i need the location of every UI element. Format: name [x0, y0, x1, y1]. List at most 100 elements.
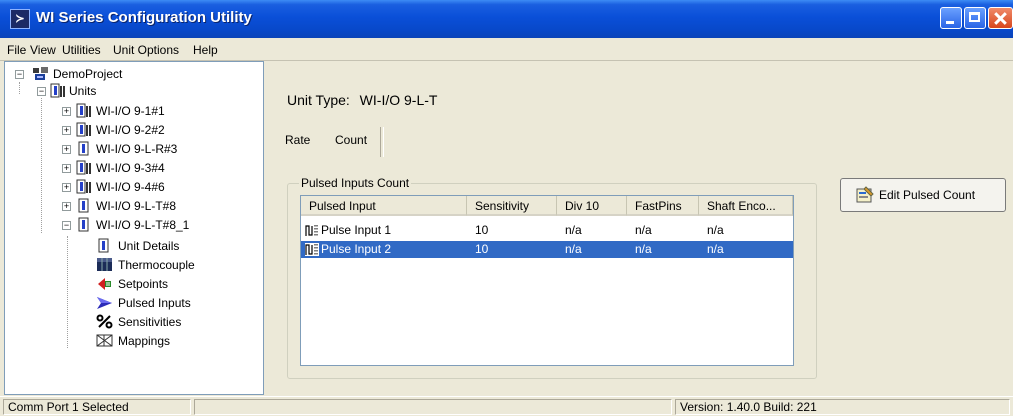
- setpoints-icon: [98, 278, 111, 290]
- cell-fastpins: n/a: [635, 242, 652, 256]
- tree-node-unit[interactable]: + WI-I/O 9-L-T#8: [62, 197, 262, 215]
- unit-icon: [76, 179, 91, 194]
- project-icon: [33, 67, 48, 80]
- tree-label-root: DemoProject: [53, 67, 123, 81]
- group-label: Pulsed Inputs Count: [299, 176, 412, 190]
- edit-icon: [856, 186, 874, 203]
- column-header-div10[interactable]: Div 10: [557, 196, 627, 216]
- tree-label-unit: WI-I/O 9-3#4: [96, 161, 165, 175]
- pulsed-inputs-list[interactable]: Pulsed Input Sensitivity Div 10 FastPins…: [300, 195, 794, 366]
- column-header-shaft-encoder[interactable]: Shaft Enco...: [699, 196, 793, 216]
- unit-details-icon: [98, 238, 109, 253]
- tree-label-child: Pulsed Inputs: [118, 296, 191, 310]
- unit-type: Unit Type: WI-I/O 9-L-T: [287, 92, 437, 108]
- unit-icon: [78, 198, 89, 213]
- cell-fastpins: n/a: [635, 223, 652, 237]
- tree-label-child: Thermocouple: [118, 258, 195, 272]
- unit-type-value: WI-I/O 9-L-T: [359, 92, 438, 108]
- tab-rate[interactable]: Rate: [285, 133, 310, 147]
- close-button[interactable]: [988, 7, 1013, 29]
- tree-node-unit[interactable]: + WI-I/O 9-3#4: [62, 159, 262, 177]
- status-middle: [194, 399, 672, 415]
- tree-node-unit[interactable]: + WI-I/O 9-1#1: [62, 102, 262, 120]
- pulse-icon: [305, 225, 318, 236]
- percent-icon: [96, 314, 113, 329]
- expand-icon[interactable]: +: [62, 107, 71, 116]
- tree-node-thermocouple[interactable]: Thermocouple: [96, 256, 256, 274]
- tree-node-mappings[interactable]: Mappings: [96, 332, 256, 350]
- tree-label-unit: WI-I/O 9-L-R#3: [96, 142, 178, 156]
- tree-label-child: Sensitivities: [118, 315, 182, 329]
- cell-sensitivity: 10: [475, 242, 489, 256]
- list-header: Pulsed Input Sensitivity Div 10 FastPins…: [301, 196, 793, 216]
- units-icon: [50, 83, 65, 98]
- tree-node-sensitivities[interactable]: Sensitivities: [96, 313, 256, 331]
- app-icon[interactable]: ≻: [10, 9, 30, 29]
- tree-label-child: Unit Details: [118, 239, 180, 253]
- menu-utilities[interactable]: Utilities: [62, 43, 101, 57]
- cell-sensitivity: 10: [475, 223, 489, 237]
- tree-node-setpoints[interactable]: Setpoints: [96, 275, 256, 293]
- expand-icon[interactable]: +: [62, 183, 71, 192]
- thermocouple-icon: [97, 258, 112, 271]
- mappings-icon: [96, 334, 113, 347]
- tree-node-unit[interactable]: + WI-I/O 9-L-R#3: [62, 140, 262, 158]
- table-row[interactable]: Pulse Input 1 10 n/a n/a n/a: [301, 222, 793, 239]
- cell-pulsed-input: Pulse Input 1: [321, 223, 392, 237]
- tree-line: [67, 236, 68, 348]
- edit-pulsed-count-label: Edit Pulsed Count: [879, 188, 976, 202]
- table-row-selected[interactable]: Pulse Input 2 10 n/a n/a n/a: [301, 241, 793, 258]
- pulsed-inputs-icon: [97, 297, 112, 309]
- tree-node-unit-details[interactable]: Unit Details: [96, 237, 256, 255]
- tree-label-unit: WI-I/O 9-L-T#8: [96, 199, 177, 213]
- minimize-button[interactable]: [940, 7, 962, 29]
- tree-line: [19, 82, 20, 94]
- tree-line: [41, 98, 42, 233]
- cell-shaft-encoder: n/a: [707, 223, 724, 237]
- tree-label-unit: WI-I/O 9-4#6: [96, 180, 165, 194]
- tree-node-unit-expanded[interactable]: − WI-I/O 9-L-T#8_1: [62, 216, 262, 234]
- cell-shaft-encoder: n/a: [707, 242, 724, 256]
- column-header-pulsed-input[interactable]: Pulsed Input: [301, 196, 467, 216]
- collapse-icon[interactable]: −: [37, 87, 46, 96]
- unit-type-label: Unit Type:: [287, 92, 350, 108]
- tab-count[interactable]: Count: [335, 133, 367, 147]
- cell-div10: n/a: [565, 242, 582, 256]
- menu-view[interactable]: View: [30, 43, 56, 57]
- tree-label-units: Units: [69, 84, 97, 98]
- tree-node-unit[interactable]: + WI-I/O 9-4#6: [62, 178, 262, 196]
- expand-icon[interactable]: +: [62, 145, 71, 154]
- collapse-icon[interactable]: −: [62, 221, 71, 230]
- unit-icon: [76, 122, 91, 137]
- tree-label-child: Setpoints: [118, 277, 169, 291]
- unit-icon: [78, 217, 89, 232]
- collapse-icon[interactable]: −: [15, 70, 24, 79]
- status-comm-port: Comm Port 1 Selected: [3, 399, 191, 415]
- tree-node-units[interactable]: − Units: [35, 82, 235, 100]
- tree-node-pulsed-inputs[interactable]: Pulsed Inputs: [96, 294, 256, 312]
- menu-file[interactable]: File: [7, 43, 26, 57]
- pulse-icon: [305, 243, 319, 256]
- tree-label-unit: WI-I/O 9-1#1: [96, 104, 165, 118]
- tree-node-unit[interactable]: + WI-I/O 9-2#2: [62, 121, 262, 139]
- unit-icon: [76, 160, 91, 175]
- menu-help[interactable]: Help: [193, 43, 218, 57]
- maximize-button[interactable]: [964, 7, 986, 29]
- project-tree[interactable]: − DemoProject − Units + WI-I/O 9-1#1 + W…: [4, 61, 264, 395]
- window-title: WI Series Configuration Utility: [36, 9, 252, 26]
- title-bar: ≻ WI Series Configuration Utility: [0, 0, 1013, 38]
- menu-bar: File View Utilities Unit Options Help: [0, 38, 1013, 61]
- menu-unit-options[interactable]: Unit Options: [113, 43, 179, 57]
- edit-pulsed-count-button[interactable]: Edit Pulsed Count: [840, 178, 1006, 212]
- unit-icon: [76, 103, 91, 118]
- tree-label-child: Mappings: [118, 334, 171, 348]
- expand-icon[interactable]: +: [62, 126, 71, 135]
- column-header-sensitivity[interactable]: Sensitivity: [467, 196, 557, 216]
- unit-icon: [78, 141, 89, 156]
- expand-icon[interactable]: +: [62, 164, 71, 173]
- expand-icon[interactable]: +: [62, 202, 71, 211]
- tab-divider: [380, 127, 384, 157]
- status-version: Version: 1.40.0 Build: 221: [675, 399, 1010, 415]
- tree-node-root[interactable]: − DemoProject: [13, 65, 213, 83]
- column-header-fastpins[interactable]: FastPins: [627, 196, 699, 216]
